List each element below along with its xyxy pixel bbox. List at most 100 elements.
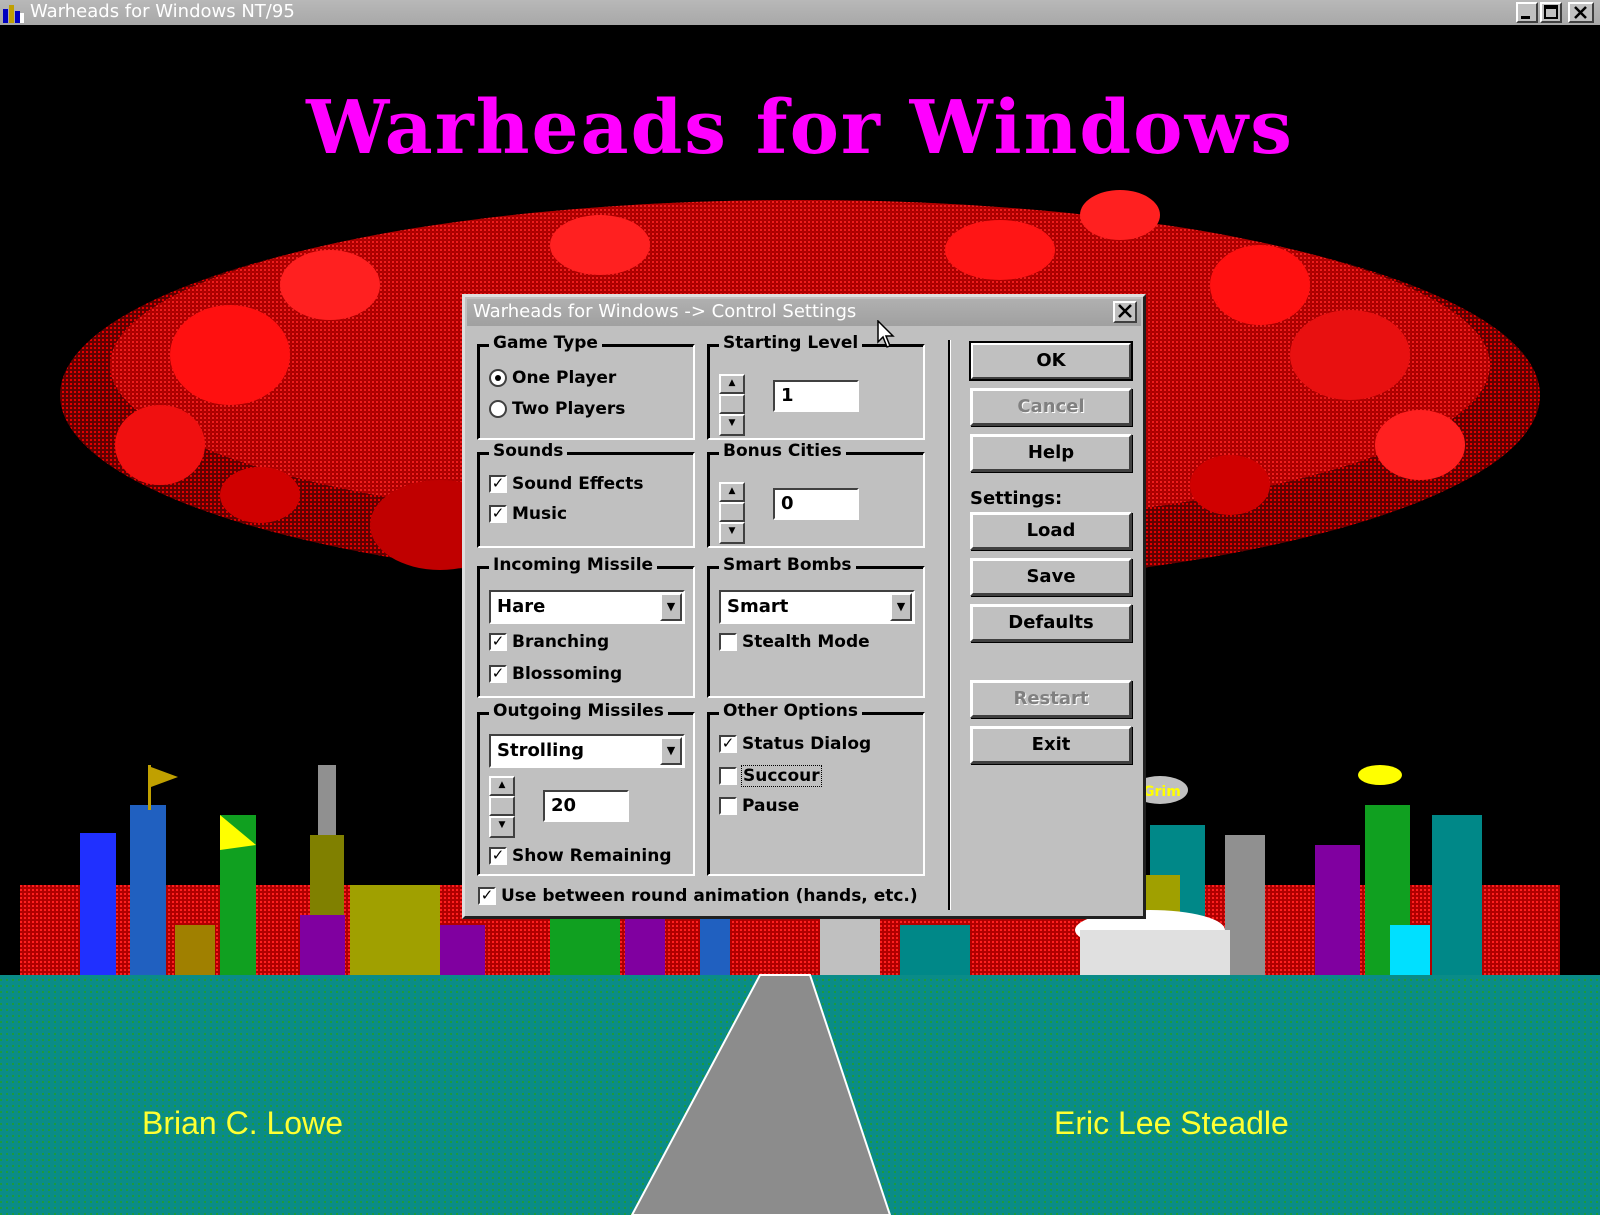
radio-unselected-icon: [489, 400, 507, 418]
spin-up-button[interactable]: ▲: [489, 776, 515, 796]
show-remaining-label: Show Remaining: [512, 846, 672, 866]
bonus-cities-input[interactable]: 0: [773, 488, 859, 520]
music-checkbox[interactable]: ✓ Music: [489, 502, 567, 526]
outgoing-missiles-label: Outgoing Missiles: [489, 701, 668, 721]
restart-button[interactable]: Restart: [970, 680, 1132, 718]
one-player-radio[interactable]: One Player: [489, 366, 616, 390]
help-button[interactable]: Help: [970, 434, 1132, 472]
credit-right: Eric Lee Steadle: [1054, 1105, 1289, 1141]
pause-label: Pause: [742, 796, 800, 816]
ok-button[interactable]: OK: [969, 341, 1133, 381]
spin-up-button[interactable]: ▲: [719, 374, 745, 394]
status-dialog-label: Status Dialog: [742, 734, 872, 754]
settings-label: Settings:: [970, 488, 1063, 509]
sounds-label: Sounds: [489, 441, 568, 461]
checked-icon: ✓: [489, 475, 507, 493]
smart-bombs-select[interactable]: Smart ▼: [719, 590, 915, 624]
blossoming-checkbox[interactable]: ✓ Blossoming: [489, 662, 622, 686]
show-remaining-checkbox[interactable]: ✓ Show Remaining: [489, 844, 671, 868]
dialog-title: Warheads for Windows -> Control Settings: [473, 301, 857, 322]
dropdown-arrow-icon[interactable]: ▼: [660, 737, 682, 765]
dialog-close-button[interactable]: [1113, 301, 1137, 323]
checked-icon: ✓: [478, 887, 496, 905]
bonus-cities-group: Bonus Cities ▲ ▼ 0: [707, 441, 925, 548]
use-animation-label: Use between round animation (hands, etc.…: [501, 886, 918, 906]
save-button[interactable]: Save: [970, 558, 1132, 596]
game-title-banner: Warheads for Windows: [306, 85, 1294, 171]
load-button[interactable]: Load: [970, 512, 1132, 550]
dialog-title-bar[interactable]: Warheads for Windows -> Control Settings: [467, 299, 1141, 326]
dropdown-arrow-icon[interactable]: ▼: [890, 593, 912, 621]
stealth-mode-checkbox[interactable]: Stealth Mode: [719, 630, 870, 654]
checked-icon: ✓: [489, 505, 507, 523]
incoming-missile-select[interactable]: Hare ▼: [489, 590, 685, 624]
app-icon[interactable]: [2, 3, 24, 23]
minimize-button[interactable]: [1516, 2, 1538, 23]
other-options-label: Other Options: [719, 701, 862, 721]
window-title-bar[interactable]: Warheads for Windows NT/95: [0, 0, 1600, 25]
spin-up-button[interactable]: ▲: [719, 482, 745, 502]
game-type-label: Game Type: [489, 333, 602, 353]
outgoing-missiles-group: Outgoing Missiles Strolling ▼ ▲ ▼ 20 ✓ S…: [477, 701, 695, 876]
spin-middle[interactable]: [719, 394, 745, 414]
stealth-mode-label: Stealth Mode: [742, 632, 870, 652]
dialog-separator: [948, 340, 951, 910]
mouse-cursor-icon: [877, 320, 895, 348]
exit-button[interactable]: Exit: [970, 726, 1132, 764]
smart-bombs-value: Smart: [727, 596, 789, 617]
radio-selected-icon: [489, 369, 507, 387]
blimp-label: Grim: [1143, 784, 1181, 800]
starting-level-label: Starting Level: [719, 333, 863, 353]
succour-label: Succour: [741, 765, 822, 787]
cancel-button[interactable]: Cancel: [970, 388, 1132, 426]
music-label: Music: [512, 504, 568, 524]
sound-effects-checkbox[interactable]: ✓ Sound Effects: [489, 472, 643, 496]
dropdown-arrow-icon[interactable]: ▼: [660, 593, 682, 621]
incoming-missile-label: Incoming Missile: [489, 555, 658, 575]
unchecked-icon: [719, 797, 737, 815]
branching-checkbox[interactable]: ✓ Branching: [489, 630, 609, 654]
starting-level-spinner: ▲ ▼: [719, 374, 745, 436]
outgoing-missiles-value: Strolling: [497, 740, 585, 761]
branching-label: Branching: [512, 632, 610, 652]
outgoing-missiles-select[interactable]: Strolling ▼: [489, 734, 685, 768]
unchecked-icon: [719, 633, 737, 651]
status-dialog-checkbox[interactable]: ✓ Status Dialog: [719, 732, 871, 756]
sound-effects-label: Sound Effects: [512, 474, 644, 494]
use-animation-checkbox[interactable]: ✓ Use between round animation (hands, et…: [478, 884, 918, 908]
game-type-group: Game Type One Player Two Players: [477, 333, 695, 440]
checked-icon: ✓: [719, 735, 737, 753]
spin-down-button[interactable]: ▼: [719, 522, 745, 544]
pause-checkbox[interactable]: Pause: [719, 794, 799, 818]
spin-middle[interactable]: [719, 502, 745, 522]
spin-down-button[interactable]: ▼: [719, 414, 745, 436]
close-window-button[interactable]: [1568, 2, 1594, 23]
spin-middle[interactable]: [489, 796, 515, 816]
checked-icon: ✓: [489, 665, 507, 683]
other-options-group: Other Options ✓ Status Dialog Succour Pa…: [707, 701, 925, 876]
credit-left: Brian C. Lowe: [142, 1105, 343, 1141]
unchecked-icon: [719, 767, 737, 785]
spin-down-button[interactable]: ▼: [489, 816, 515, 838]
bonus-cities-spinner: ▲ ▼: [719, 482, 745, 544]
one-player-label: One Player: [512, 368, 617, 388]
defaults-button[interactable]: Defaults: [970, 604, 1132, 642]
checked-icon: ✓: [489, 847, 507, 865]
checked-icon: ✓: [489, 633, 507, 651]
succour-checkbox[interactable]: Succour: [719, 764, 822, 788]
close-icon: [1118, 304, 1132, 318]
missile-count-spinner: ▲ ▼: [489, 776, 515, 838]
missile-count-input[interactable]: 20: [543, 790, 629, 822]
two-players-label: Two Players: [512, 399, 626, 419]
smart-bombs-group: Smart Bombs Smart ▼ Stealth Mode: [707, 555, 925, 698]
bonus-cities-label: Bonus Cities: [719, 441, 846, 461]
window-title: Warheads for Windows NT/95: [30, 1, 295, 22]
sounds-group: Sounds ✓ Sound Effects ✓ Music: [477, 441, 695, 548]
blossoming-label: Blossoming: [512, 664, 623, 684]
starting-level-input[interactable]: 1: [773, 380, 859, 412]
maximize-button[interactable]: [1540, 2, 1562, 23]
incoming-missile-group: Incoming Missile Hare ▼ ✓ Branching ✓ Bl…: [477, 555, 695, 698]
incoming-missile-value: Hare: [497, 596, 546, 617]
starting-level-group: Starting Level ▲ ▼ 1: [707, 333, 925, 440]
two-players-radio[interactable]: Two Players: [489, 397, 625, 421]
